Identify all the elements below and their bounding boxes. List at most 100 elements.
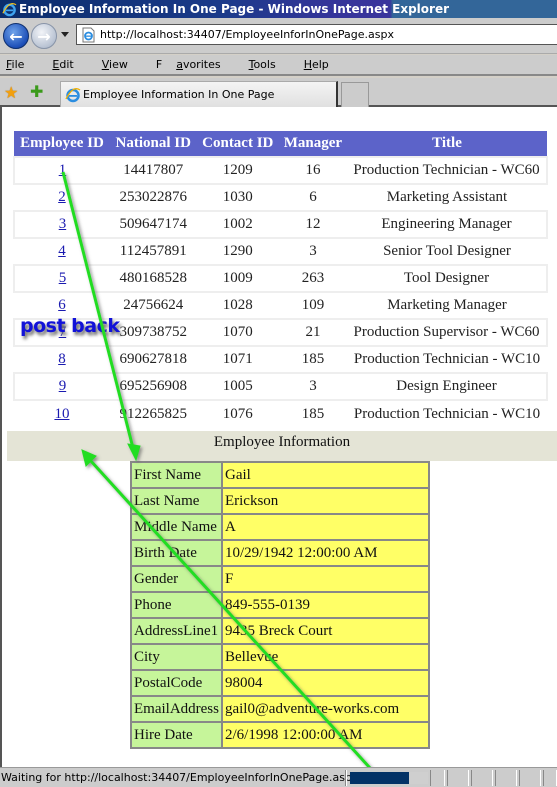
contact-id-cell: 1005 xyxy=(196,372,279,401)
menu-help-accelerator: H xyxy=(303,58,312,71)
contact-id-cell: 1209 xyxy=(196,156,279,185)
status-cell xyxy=(495,770,517,786)
details-field-value: 98004 xyxy=(222,671,428,695)
status-cell xyxy=(430,770,445,786)
national-id-cell: 24756624 xyxy=(123,297,184,313)
contact-id-cell: 1030 xyxy=(222,189,253,205)
arrow-left-icon: ← xyxy=(9,26,23,46)
details-field-label: First Name xyxy=(132,463,221,487)
address-bar[interactable]: http://localhost:34407/EmployeeInforInOn… xyxy=(76,24,557,45)
title-cell: Production Technician - WC10 xyxy=(353,351,541,367)
menu-favorites-pre: F xyxy=(155,58,163,71)
employee-select-link[interactable]: 3 xyxy=(59,216,67,232)
forward-button[interactable]: → xyxy=(31,23,57,49)
post-back-annotation: post back xyxy=(20,315,120,337)
grid-header-row: Employee ID National ID Contact ID Manag… xyxy=(14,131,547,157)
employee-id-cell[interactable]: 5 xyxy=(13,264,110,293)
column-header-contact-id: Contact ID xyxy=(196,131,279,157)
menu-favorites[interactable]: Favorites xyxy=(156,58,235,71)
table-row: 10 912265825 1076 185 Production Technician … xyxy=(14,400,547,427)
favorites-star-icon[interactable]: ★ xyxy=(4,83,18,102)
national-id-cell: 695256908 xyxy=(109,372,197,401)
national-id-cell: 509647174 xyxy=(109,210,197,239)
menu-file[interactable]: File xyxy=(6,58,38,71)
contact-id-cell: 1290 xyxy=(222,243,253,259)
table-row: 3 509647174 1002 12 Engineering Manager xyxy=(13,210,548,239)
employee-id-cell[interactable]: 3 xyxy=(13,210,110,239)
manager-cell: 109 xyxy=(301,297,325,313)
contact-id-cell: 1002 xyxy=(196,210,279,239)
employee-select-link[interactable]: 2 xyxy=(58,189,66,205)
employee-info-caption-band: Employee Information xyxy=(7,431,557,461)
table-row: 9 695256908 1005 3 Design Engineer xyxy=(13,372,548,401)
title-cell: Engineering Manager xyxy=(347,210,548,239)
details-row: City Bellevue xyxy=(132,645,428,669)
table-row: 4 112457891 1290 3 Senior Tool Designer xyxy=(14,238,547,265)
table-row: 1 14417807 1209 16 Production Technician - W… xyxy=(13,156,548,185)
back-button[interactable]: ← xyxy=(3,23,29,49)
table-row: 5 480168528 1009 263 Tool Designer xyxy=(13,264,548,293)
employee-select-link[interactable]: 5 xyxy=(59,270,67,286)
page-content: Employee ID National ID Contact ID Manag… xyxy=(0,107,557,767)
details-field-value: 849-555-0139 xyxy=(222,593,428,617)
details-field-label: EmailAddress xyxy=(132,697,221,721)
manager-cell: 6 xyxy=(309,189,317,205)
menu-view-accelerator: V xyxy=(101,58,110,71)
details-row: AddressLine1 9435 Breck Court xyxy=(132,619,428,643)
menu-help[interactable]: Help xyxy=(304,58,343,71)
details-row: Last Name Erickson xyxy=(132,489,428,513)
employee-select-link[interactable]: 6 xyxy=(58,297,66,313)
contact-id-cell: 1028 xyxy=(222,297,253,313)
details-field-value: F xyxy=(222,567,428,591)
title-cell: Marketing Assistant xyxy=(386,189,508,205)
title-cell: Marketing Manager xyxy=(387,297,507,313)
tab-employee-information[interactable]: Employee Information In One Page xyxy=(60,81,338,107)
manager-cell: 16 xyxy=(278,156,347,185)
contact-id-cell: 1009 xyxy=(196,264,279,293)
details-field-value: Erickson xyxy=(222,489,428,513)
employee-select-link[interactable]: 8 xyxy=(58,351,66,367)
manager-cell: 185 xyxy=(301,405,325,422)
table-row: 2 253022876 1030 6 Marketing Assistant xyxy=(14,184,547,211)
recent-pages-dropdown[interactable] xyxy=(61,32,69,37)
details-caption: Employee Information xyxy=(213,434,351,450)
employee-id-cell[interactable]: 10 xyxy=(14,400,110,427)
add-favorite-icon[interactable]: ✚ xyxy=(30,82,43,101)
details-field-label: Middle Name xyxy=(132,515,221,539)
employee-id-cell[interactable]: 8 xyxy=(14,346,110,373)
details-row: Middle Name A xyxy=(132,515,428,539)
details-field-label: PostalCode xyxy=(132,671,221,695)
employee-select-link[interactable]: 1 xyxy=(59,162,67,178)
url-input[interactable]: http://localhost:34407/EmployeeInforInOn… xyxy=(100,28,394,41)
details-field-value: 9435 Breck Court xyxy=(222,619,428,643)
new-tab-button[interactable] xyxy=(341,82,369,107)
menu-file-rest: ile xyxy=(11,58,25,71)
employee-id-cell[interactable]: 1 xyxy=(13,156,110,185)
status-cell xyxy=(471,770,493,786)
column-header-title: Title xyxy=(347,131,547,157)
employee-id-cell[interactable]: 4 xyxy=(14,238,110,265)
employee-select-link[interactable]: 10 xyxy=(54,406,69,422)
national-id-cell: 14417807 xyxy=(109,156,197,185)
manager-cell: 3 xyxy=(278,372,347,401)
employee-id-cell[interactable]: 2 xyxy=(14,184,110,211)
employee-details-view: First Name Gail Last Name Erickson Middle Na… xyxy=(130,461,430,749)
menu-help-rest: elp xyxy=(311,58,329,71)
manager-cell: 12 xyxy=(278,210,347,239)
manager-cell: 263 xyxy=(278,264,347,293)
progress-fill xyxy=(350,772,409,784)
employee-select-link[interactable]: 9 xyxy=(59,378,67,394)
ie-logo-icon xyxy=(65,87,81,102)
employee-select-link[interactable]: 4 xyxy=(58,243,66,259)
employee-id-cell[interactable]: 9 xyxy=(13,372,110,401)
menu-tools[interactable]: Tools xyxy=(249,58,290,71)
manager-cell: 3 xyxy=(309,243,317,259)
national-id-cell: 912265825 xyxy=(119,405,188,422)
menu-view-rest: iew xyxy=(109,58,128,71)
ie-logo-icon xyxy=(2,2,17,16)
title-cell: Tool Designer xyxy=(347,264,548,293)
menu-edit[interactable]: Edit xyxy=(52,58,87,71)
menu-favorites-rest: vorites xyxy=(182,58,221,71)
details-field-value: A xyxy=(222,515,428,539)
menu-view[interactable]: View xyxy=(102,58,142,71)
